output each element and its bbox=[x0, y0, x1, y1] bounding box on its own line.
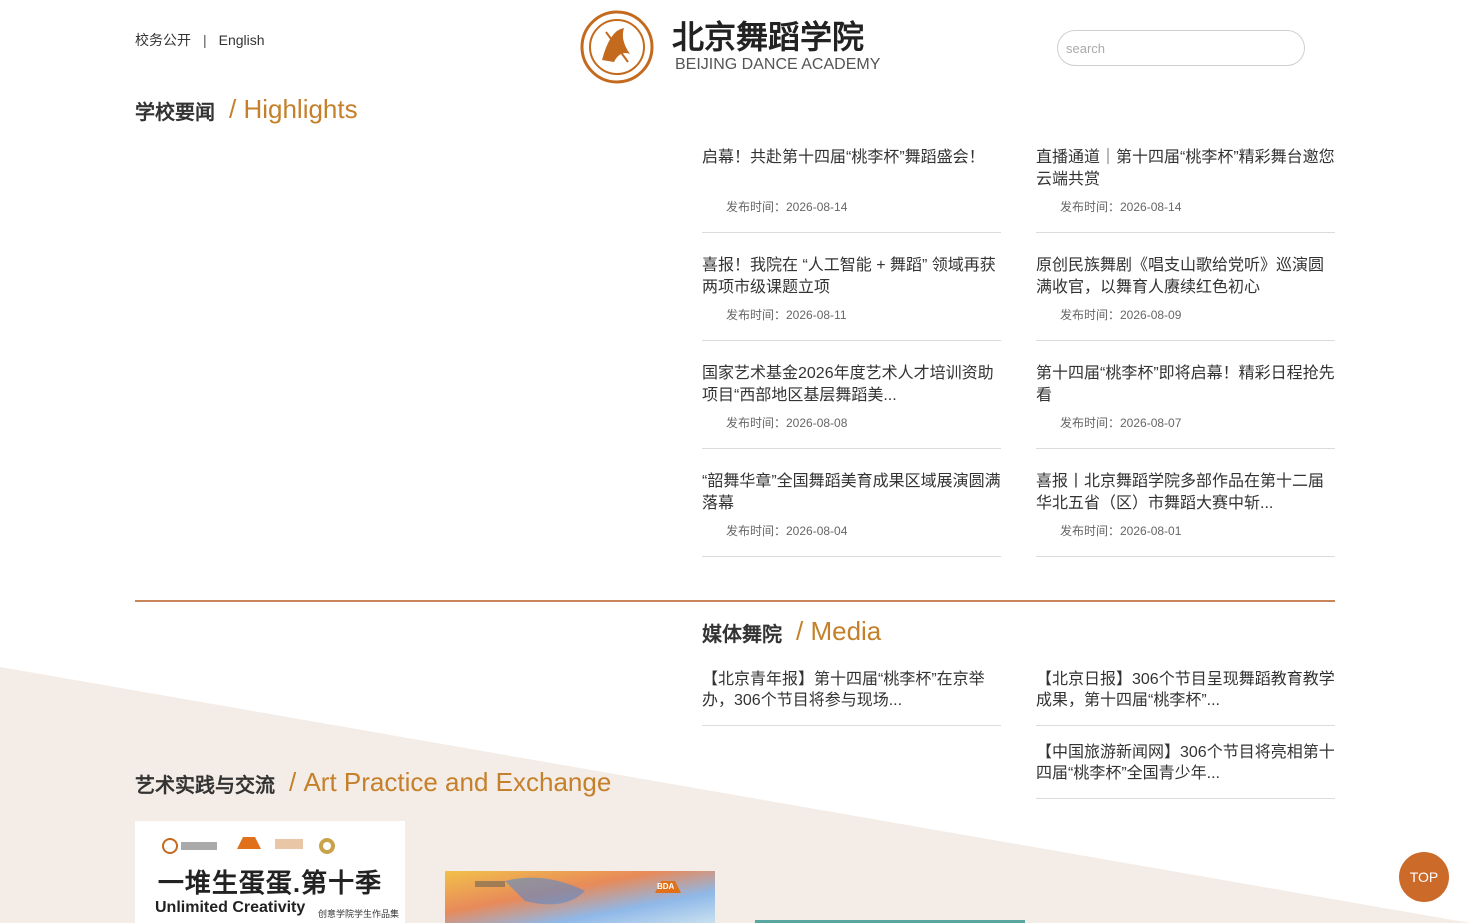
news-title[interactable]: 第十四届“桃李杯”即将启幕！精彩日程抢先看 bbox=[1036, 363, 1335, 407]
news-date: 发布时间：2026-08-09 bbox=[1060, 308, 1182, 322]
card-title: 一堆生蛋蛋.第十季 bbox=[157, 868, 383, 898]
art-practice-title-cn: 艺术实践与交流 bbox=[135, 775, 275, 797]
news-item[interactable]: 国家艺术基金2026年度艺术人才培训资助项目“西部地区基层舞蹈美... 发布时间… bbox=[702, 363, 1001, 449]
news-title[interactable]: 原创民族舞剧《唱支山歌给党听》巡演圆满收官，以舞育人赓续红色初心 bbox=[1036, 255, 1335, 299]
card-subtitle: Unlimited Creativity bbox=[155, 899, 306, 916]
news-title[interactable]: 国家艺术基金2026年度艺术人才培训资助项目“西部地区基层舞蹈美... bbox=[702, 363, 1001, 407]
news-date: 发布时间：2026-08-04 bbox=[726, 524, 848, 538]
news-item[interactable]: 直播通道｜第十四届“桃李杯”精彩舞台邀您云端共赏 发布时间：2026-08-14 bbox=[1036, 147, 1335, 233]
news-item[interactable]: 启幕！共赴第十四届“桃李杯”舞蹈盛会！ 发布时间：2026-08-14 bbox=[702, 147, 1001, 233]
separator: | bbox=[203, 32, 207, 48]
top-links: 校务公开 | English bbox=[135, 30, 265, 50]
media-title: 媒体舞院 / Media bbox=[702, 616, 881, 647]
section-divider bbox=[135, 600, 1335, 602]
logo[interactable]: 北京舞蹈学院 BEIJING DANCE ACADEMY bbox=[580, 10, 900, 86]
logo-cn: 北京舞蹈学院 bbox=[672, 18, 864, 56]
art-practice-title: 艺术实践与交流 / Art Practice and Exchange bbox=[135, 767, 611, 798]
news-date: 发布时间：2026-08-11 bbox=[726, 308, 847, 322]
back-to-top-button[interactable]: TOP bbox=[1399, 852, 1449, 902]
media-item[interactable]: 【中国旅游新闻网】306个节目将亮相第十四届“桃李杯”全国青少年... bbox=[1036, 742, 1335, 799]
emblem-icon bbox=[580, 10, 654, 84]
logo-en: BEIJING DANCE ACADEMY bbox=[675, 56, 881, 73]
media-title-en: / Media bbox=[796, 616, 882, 646]
news-item[interactable]: 喜报！我院在 “人工智能 + 舞蹈” 领域再获两项市级课题立项 发布时间：202… bbox=[702, 255, 1001, 341]
news-title[interactable]: 直播通道｜第十四届“桃李杯”精彩舞台邀您云端共赏 bbox=[1036, 147, 1335, 191]
news-item[interactable]: 第十四届“桃李杯”即将启幕！精彩日程抢先看 发布时间：2026-08-07 bbox=[1036, 363, 1335, 449]
card-badge: BDA bbox=[657, 882, 675, 891]
public-affairs-link[interactable]: 校务公开 bbox=[135, 32, 191, 48]
highlights-title-en: / Highlights bbox=[229, 94, 358, 124]
art-card[interactable]: BDA bbox=[445, 871, 715, 923]
news-date: 发布时间：2026-08-07 bbox=[1060, 416, 1182, 430]
news-item[interactable]: 原创民族舞剧《唱支山歌给党听》巡演圆满收官，以舞育人赓续红色初心 发布时间：20… bbox=[1036, 255, 1335, 341]
news-date: 发布时间：2026-08-14 bbox=[1060, 200, 1182, 214]
highlights-title-cn: 学校要闻 bbox=[135, 102, 215, 124]
news-title[interactable]: “韶舞华章”全国舞蹈美育成果区域展演圆满落幕 bbox=[702, 471, 1001, 515]
card-subtitle-cn: 创意学院学生作品集 bbox=[318, 909, 400, 919]
news-date: 发布时间：2026-08-14 bbox=[726, 200, 848, 214]
news-title[interactable]: 喜报！我院在 “人工智能 + 舞蹈” 领域再获两项市级课题立项 bbox=[702, 255, 1001, 299]
news-item[interactable]: 喜报丨北京舞蹈学院多部作品在第十二届华北五省（区）市舞蹈大赛中斩... 发布时间… bbox=[1036, 471, 1335, 557]
news-title[interactable]: 喜报丨北京舞蹈学院多部作品在第十二届华北五省（区）市舞蹈大赛中斩... bbox=[1036, 471, 1335, 515]
media-item-title[interactable]: 【中国旅游新闻网】306个节目将亮相第十四届“桃李杯”全国青少年... bbox=[1036, 742, 1335, 798]
media-title-cn: 媒体舞院 bbox=[702, 624, 782, 646]
media-item-title[interactable]: 【北京青年报】第十四届“桃李杯”在京举办，306个节目将参与现场... bbox=[702, 669, 1001, 725]
highlights-title: 学校要闻 / Highlights bbox=[135, 94, 358, 125]
search-input[interactable] bbox=[1057, 30, 1305, 66]
media-item[interactable]: 【北京日报】306个节目呈现舞蹈教育教学成果，第十四届“桃李杯”... bbox=[1036, 669, 1335, 726]
art-card[interactable]: 一堆生蛋蛋.第十季 Unlimited Creativity 创意学院学生作品集 bbox=[135, 821, 405, 923]
media-item[interactable]: 【北京青年报】第十四届“桃李杯”在京举办，306个节目将参与现场... bbox=[702, 669, 1001, 726]
news-item[interactable]: “韶舞华章”全国舞蹈美育成果区域展演圆满落幕 发布时间：2026-08-04 bbox=[702, 471, 1001, 557]
card-logos bbox=[162, 837, 335, 854]
news-date: 发布时间：2026-08-08 bbox=[726, 416, 848, 430]
news-title[interactable]: 启幕！共赴第十四届“桃李杯”舞蹈盛会！ bbox=[702, 147, 1001, 191]
art-practice-title-en: / Art Practice and Exchange bbox=[289, 767, 612, 797]
card-artwork bbox=[445, 871, 715, 923]
english-link[interactable]: English bbox=[219, 32, 265, 48]
news-date: 发布时间：2026-08-01 bbox=[1060, 524, 1182, 538]
media-item-title[interactable]: 【北京日报】306个节目呈现舞蹈教育教学成果，第十四届“桃李杯”... bbox=[1036, 669, 1335, 725]
